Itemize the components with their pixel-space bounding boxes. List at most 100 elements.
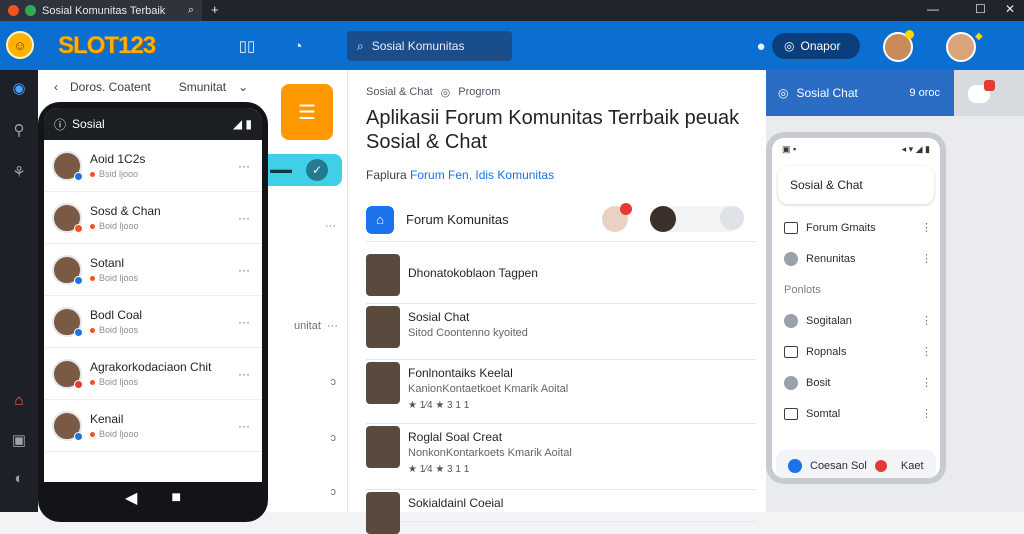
dot-icon bbox=[90, 223, 95, 229]
home-square-icon[interactable]: ■ bbox=[171, 489, 181, 507]
feed-thumbnail bbox=[366, 426, 400, 468]
more-icon[interactable]: ··· bbox=[238, 159, 250, 173]
back-label[interactable]: Doros. Coatent bbox=[70, 80, 151, 94]
search-icon[interactable]: ⌕ bbox=[188, 4, 194, 17]
menu-item[interactable]: Ropnals ⋮ bbox=[772, 336, 940, 367]
settings-icon[interactable]: ◐ bbox=[9, 468, 29, 488]
list-item[interactable]: Aoid 1C2s Bsid ljooo ··· bbox=[44, 140, 262, 192]
back-icon[interactable]: ‹ bbox=[54, 80, 58, 94]
browser-tab[interactable]: Sosial Komunitas Terbaik ⌕ bbox=[0, 0, 202, 21]
square-icon bbox=[784, 221, 798, 234]
feed-row[interactable]: Dhonatokoblaon Tagpen bbox=[366, 254, 756, 304]
rocket-icon[interactable]: ⚲ bbox=[9, 120, 29, 140]
more-icon[interactable]: ⋮ bbox=[921, 376, 932, 389]
feed-thumbnail bbox=[366, 306, 400, 348]
footer-left[interactable]: Coesan Sol bbox=[810, 460, 867, 472]
arrow-icon[interactable]: ↄ bbox=[266, 376, 337, 388]
feed-row[interactable]: Fonlnontaiks Keelal KanionKontaetkoet Kma… bbox=[366, 362, 756, 424]
more-icon[interactable]: ··· bbox=[238, 367, 250, 381]
more-icon[interactable]: ··· bbox=[238, 211, 250, 225]
app-icon[interactable]: ◉ bbox=[9, 78, 29, 98]
status-badge bbox=[74, 431, 83, 441]
feed-rating: ★ 1⁄4 ★ 3 1 1 bbox=[408, 464, 470, 475]
onapor-button[interactable]: ◎ Onapor bbox=[772, 33, 860, 59]
logo-text: SLOT123 bbox=[58, 32, 156, 59]
minimize-button[interactable]: — bbox=[927, 2, 939, 16]
avatar bbox=[52, 358, 83, 389]
breadcrumb-item[interactable]: Sosial & Chat bbox=[366, 86, 433, 99]
list-item[interactable]: Kenail Boid ljooo ··· bbox=[44, 400, 262, 452]
phone-card[interactable]: Sosial & Chat bbox=[778, 166, 934, 204]
dot-icon bbox=[90, 379, 95, 385]
subline-link[interactable]: Forum Fen, Idis Komunitas bbox=[410, 168, 554, 182]
chat-list: Aoid 1C2s Bsid ljooo ··· Sosd & Chan Boid lj… bbox=[44, 140, 262, 452]
forum-card[interactable]: ⌂ Forum Komunitas bbox=[366, 198, 756, 242]
feed-row[interactable]: Roglal Soal Creat NonkonKontarkoets Kmari… bbox=[366, 426, 756, 490]
chat-name: Aoid 1C2s bbox=[90, 152, 146, 166]
chat-sub: Boid ljoos bbox=[90, 377, 238, 387]
more-icon[interactable]: ··· bbox=[238, 263, 250, 277]
arrow-icon[interactable]: ↄ bbox=[266, 432, 337, 444]
more-icon[interactable]: ⋮ bbox=[921, 221, 932, 234]
feed-rating: ★ 1⁄4 ★ 3 1 1 bbox=[408, 400, 470, 411]
phone-footer: Coesan Sol Kaet bbox=[776, 450, 936, 478]
chevron-down-icon[interactable]: ⌄ bbox=[238, 80, 248, 94]
list-item[interactable]: Agrakorkodaciaon Chit Boid ljoos ··· bbox=[44, 348, 262, 400]
chat-sub: Boid ljoos bbox=[90, 273, 238, 283]
home-icon[interactable]: ⌂ bbox=[9, 390, 29, 410]
more-icon[interactable]: ⋮ bbox=[921, 407, 932, 420]
breadcrumb-item[interactable]: Progrom bbox=[458, 86, 500, 99]
avatar bbox=[52, 410, 83, 441]
book-icon[interactable]: ▯▯ bbox=[238, 37, 256, 55]
list-item[interactable]: Sosd & Chan Boid ljooo ··· bbox=[44, 192, 262, 244]
dropdown-label[interactable]: Smunitat bbox=[179, 80, 226, 94]
more-icon[interactable]: ⋮ bbox=[921, 252, 932, 265]
pill-text-icon: ▬▬ bbox=[270, 164, 292, 176]
document-icon[interactable]: ▣ bbox=[9, 430, 29, 450]
feed-row[interactable]: Sosial Chat Sitod Coontenno kyoited bbox=[366, 306, 756, 360]
camera-icon: ▣ ▪ bbox=[782, 143, 797, 154]
arrow-icon[interactable]: ↄ bbox=[266, 486, 337, 498]
subline-prefix: Faplura bbox=[366, 168, 407, 182]
new-tab-button[interactable]: + bbox=[211, 2, 219, 17]
phone-status-bar: ⓘ Sosial ◢ ▮ bbox=[44, 108, 262, 140]
profile-avatar[interactable] bbox=[946, 32, 976, 62]
phone-status-label: Sosial bbox=[72, 117, 105, 131]
chat-text: Agrakorkodaciaon Chit Boid ljoos bbox=[90, 360, 238, 387]
menu-item[interactable]: Sogitalan ⋮ bbox=[772, 305, 940, 336]
chat-name: Bodl Coal bbox=[90, 308, 143, 322]
left-panel-header: ‹ Doros. Coatent Smunitat ⌄ bbox=[54, 80, 248, 94]
maximize-button[interactable]: ☐ bbox=[975, 2, 986, 16]
signal-icon: ◂ ▾ ◢ ▮ bbox=[901, 143, 930, 154]
bell-icon[interactable]: ◔ bbox=[289, 37, 307, 55]
footer-right[interactable]: Kaet bbox=[901, 460, 924, 472]
menu-item[interactable]: Forum Gmaits ⋮ bbox=[772, 212, 940, 243]
phone-mockup: ⓘ Sosial ◢ ▮ Aoid 1C2s Bsid ljooo ··· Sosd … bbox=[38, 102, 268, 522]
signal-icon: ◢ ▮ bbox=[232, 117, 252, 131]
more-icon[interactable]: ⋮ bbox=[921, 345, 932, 358]
more-icon[interactable]: ··· bbox=[238, 419, 250, 433]
feed-row[interactable]: Sokialdainl Coeial bbox=[366, 492, 756, 534]
list-item[interactable]: Bodl Coal Boid ljoos ··· bbox=[44, 296, 262, 348]
menu-item[interactable]: Bosit ⋮ bbox=[772, 367, 940, 398]
page-subline: Faplura Forum Fen, Idis Komunitas bbox=[366, 168, 554, 182]
close-button[interactable]: ✕ bbox=[1005, 2, 1015, 16]
chat-name: Kenail bbox=[90, 412, 124, 426]
more-icon[interactable]: ··· bbox=[266, 220, 336, 232]
browser-icon bbox=[8, 5, 19, 16]
avatar[interactable] bbox=[650, 206, 676, 232]
user-icon[interactable]: ● bbox=[752, 37, 770, 55]
menu-item[interactable]: Renunitas ⋮ bbox=[772, 243, 940, 274]
selected-pill[interactable]: ▬▬ ✓ bbox=[262, 154, 342, 186]
more-icon[interactable]: ··· bbox=[238, 315, 250, 329]
more-icon[interactable]: ⋮ bbox=[921, 314, 932, 327]
search-input[interactable]: ⌕ Sosial Komunitas bbox=[347, 31, 512, 61]
shield-icon bbox=[25, 5, 36, 16]
back-triangle-icon[interactable]: ◀ bbox=[125, 488, 137, 508]
menu-item-label: Bosit bbox=[806, 376, 831, 389]
list-item[interactable]: Sotanl Boid ljoos ··· bbox=[44, 244, 262, 296]
menu-item[interactable]: Somtal ⋮ bbox=[772, 398, 940, 429]
people-icon[interactable]: ⚘ bbox=[9, 162, 29, 182]
message-bubble-icon[interactable]: ☰ bbox=[281, 84, 333, 140]
toggle-knob[interactable] bbox=[720, 206, 744, 230]
